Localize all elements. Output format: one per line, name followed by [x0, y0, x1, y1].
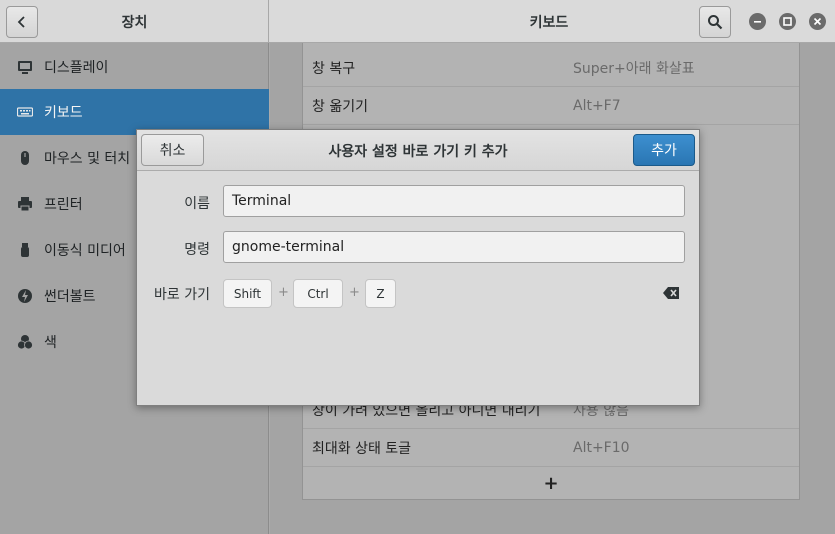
key-separator: +	[349, 285, 360, 300]
command-field[interactable]: gnome-terminal	[223, 231, 685, 263]
media-icon	[16, 241, 34, 259]
shortcut-row[interactable]: 창 복구 Super+아래 화살표	[303, 49, 799, 87]
maximize-icon	[783, 17, 792, 26]
shortcut-label: 바로 가기	[154, 287, 210, 303]
close-icon	[813, 17, 822, 26]
keyboard-icon	[16, 103, 34, 121]
sidebar-title: 장치	[121, 15, 148, 31]
shortcut-name: 최대화 상태 토글	[312, 440, 412, 457]
search-button[interactable]	[699, 6, 731, 38]
sidebar-item-display[interactable]: 디스플레이	[0, 44, 269, 90]
printer-icon	[16, 195, 34, 213]
shortcut-row[interactable]: 최대화 상태 토글 Alt+F10	[303, 429, 799, 467]
color-icon	[16, 333, 34, 351]
sidebar-item-label: 색	[44, 335, 57, 351]
shortcut-accel: Alt+F10	[573, 439, 630, 456]
maximize-button[interactable]	[779, 13, 796, 30]
dialog-headerbar: 사용자 설정 바로 가기 키 추가 취소 추가	[137, 130, 699, 171]
shortcut-name: 창 복구	[312, 60, 356, 77]
dialog-title: 사용자 설정 바로 가기 키 추가	[328, 144, 508, 160]
minimize-icon	[754, 21, 761, 23]
sidebar-item-label: 썬더볼트	[44, 289, 96, 305]
shortcut-accel: Super+아래 화살표	[573, 60, 695, 77]
name-label: 이름	[184, 196, 210, 212]
page-title: 키보드	[529, 15, 569, 31]
sidebar-item-label: 디스플레이	[44, 60, 109, 76]
shortcut-row[interactable]: 창 옮기기 Alt+F7	[303, 87, 799, 125]
close-button[interactable]	[809, 13, 826, 30]
minimize-button[interactable]	[749, 13, 766, 30]
cancel-button[interactable]: 취소	[141, 134, 204, 166]
shortcut-accel: Alt+F7	[573, 97, 621, 114]
display-icon	[16, 58, 34, 76]
mouse-icon	[16, 149, 34, 167]
clear-shortcut-button[interactable]	[662, 284, 680, 302]
key-ctrl[interactable]: Ctrl	[293, 279, 343, 308]
sidebar-item-label: 이동식 미디어	[44, 243, 126, 259]
add-shortcut-button[interactable]: +	[303, 467, 799, 499]
sidebar-item-label: 마우스 및 터치	[44, 151, 131, 167]
key-separator: +	[278, 285, 289, 300]
thunderbolt-icon	[16, 287, 34, 305]
name-field[interactable]: Terminal	[223, 185, 685, 217]
command-label: 명령	[184, 242, 210, 258]
main-headerbar: 키보드	[269, 0, 835, 43]
add-shortcut-dialog: 사용자 설정 바로 가기 키 추가 취소 추가 이름 Terminal 명령 g…	[136, 129, 700, 406]
shortcut-name: 창 옮기기	[312, 98, 368, 115]
sidebar-item-label: 프린터	[44, 197, 83, 213]
search-icon	[708, 15, 723, 30]
key-z[interactable]: Z	[365, 279, 396, 308]
sidebar-item-label: 키보드	[44, 105, 83, 121]
add-button[interactable]: 추가	[633, 134, 695, 166]
sidebar-headerbar: 장치	[0, 0, 269, 43]
key-shift[interactable]: Shift	[223, 279, 272, 308]
backspace-icon	[663, 287, 679, 299]
